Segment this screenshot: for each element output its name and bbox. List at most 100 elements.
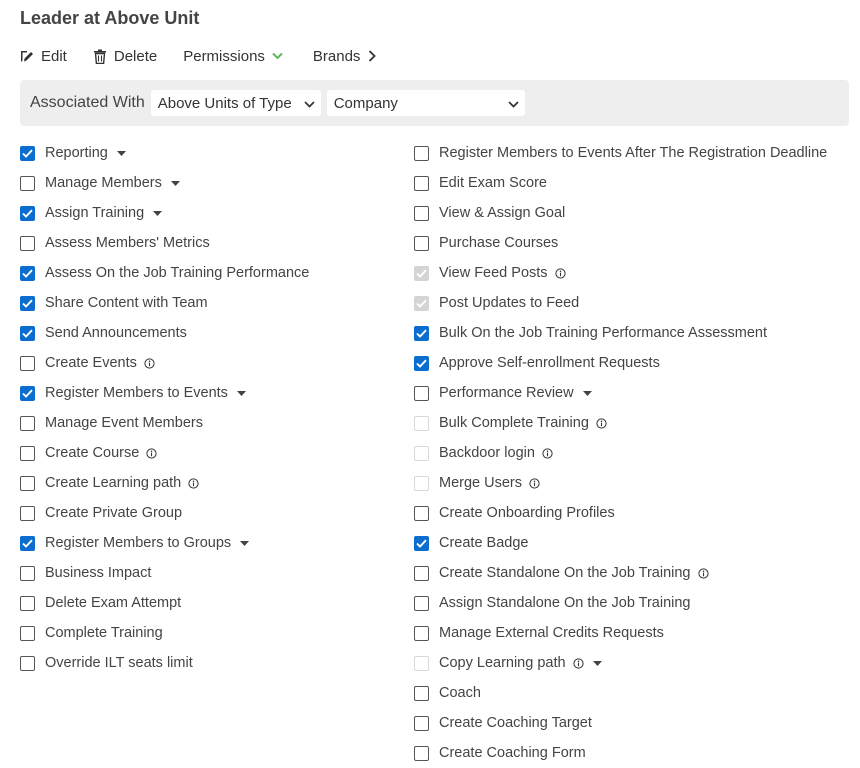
permission-checkbox[interactable] [20,265,35,281]
permission-checkbox[interactable] [20,475,35,491]
permissions-label: Permissions [183,47,265,65]
permission-assign-training: Assign Training [20,198,309,228]
permission-checkbox[interactable] [20,415,35,431]
info-icon[interactable] [529,477,540,489]
permissions-toggle[interactable]: Permissions [183,48,283,65]
permission-checkbox[interactable] [414,145,429,161]
permission-manage-event-members: Manage Event Members [20,408,309,438]
info-icon[interactable] [144,357,155,369]
page-title: Leader at Above Unit [20,8,200,28]
permission-checkbox[interactable] [414,505,429,521]
permission-checkbox[interactable] [414,715,429,731]
permission-label: Assess On the Job Training Performance [45,265,310,281]
permission-label: Delete Exam Attempt [45,595,182,611]
caret-down-icon[interactable] [240,540,250,546]
permission-label: Reporting [45,145,108,161]
caret-down-icon[interactable] [582,390,592,396]
permission-label: View Feed Posts [439,265,548,281]
chevron-down-icon [508,95,519,112]
brands-label: Brands [312,47,361,65]
permission-checkbox[interactable] [414,595,429,611]
permission-checkbox[interactable] [20,565,35,581]
caret-down-icon[interactable] [116,150,126,156]
permission-coach: Coach [414,678,827,708]
company-value: Company [333,94,398,112]
permission-checkbox[interactable] [20,505,35,521]
permission-checkbox[interactable] [20,235,35,251]
permission-checkbox[interactable] [414,625,429,641]
edit-button[interactable]: Edit [20,48,67,65]
action-toolbar: Edit Delete Permissions Brands [20,44,402,68]
permission-assess-on-the-job-training-performance: Assess On the Job Training Performance [20,258,309,288]
info-icon[interactable] [697,567,709,579]
delete-button[interactable]: Delete [93,48,157,65]
caret-down-icon[interactable] [236,390,246,396]
permission-checkbox[interactable] [20,325,35,341]
info-icon[interactable] [146,447,157,459]
permission-label: Backdoor login [439,445,535,461]
permission-copy-learning-path: Copy Learning path [414,648,827,678]
permission-checkbox[interactable] [414,535,429,551]
permission-checkbox[interactable] [414,685,429,701]
permission-create-events: Create Events [20,348,309,378]
permission-label: Create Coaching Form [439,745,586,761]
permission-label: Copy Learning path [439,655,566,671]
permission-label: View & Assign Goal [439,205,566,221]
permission-checkbox[interactable] [414,565,429,581]
permission-label: Create Learning path [45,475,182,491]
permission-label: Create Course [45,445,140,461]
permission-label: Create Onboarding Profiles [439,505,615,521]
permission-label: Bulk Complete Training [439,415,589,431]
permission-checkbox[interactable] [20,535,35,551]
permission-checkbox[interactable] [20,205,35,221]
caret-down-icon[interactable] [170,180,180,186]
unit-type-value: Above Units of Type [157,94,292,112]
permission-checkbox[interactable] [20,445,35,461]
permission-label: Create Coaching Target [439,715,592,731]
permission-checkbox[interactable] [20,175,35,191]
info-icon[interactable] [596,417,607,429]
permission-checkbox[interactable] [414,235,429,251]
delete-label: Delete [113,47,158,65]
permission-checkbox[interactable] [20,355,35,371]
brands-link[interactable]: Brands [313,48,377,65]
caret-down-icon[interactable] [153,210,163,216]
chevron-down-icon [272,52,283,60]
permission-label: Bulk On the Job Training Performance Ass… [439,325,768,341]
permission-label: Manage External Credits Requests [439,625,664,641]
permission-label: Share Content with Team [45,295,208,311]
permission-label: Manage Event Members [45,415,203,431]
permission-view-feed-posts: View Feed Posts [414,258,827,288]
permission-checkbox[interactable] [414,175,429,191]
permission-checkbox[interactable] [20,655,35,671]
info-icon[interactable] [542,447,553,459]
company-select[interactable]: Company [326,90,525,116]
permission-label: Send Announcements [45,325,187,341]
permission-checkbox[interactable] [414,205,429,221]
caret-down-icon[interactable] [592,660,602,666]
permission-complete-training: Complete Training [20,618,309,648]
permission-label: Override ILT seats limit [45,655,193,671]
info-icon[interactable] [554,267,566,279]
permission-label: Register Members to Events [45,385,228,401]
permission-bulk-complete-training: Bulk Complete Training [414,408,827,438]
info-icon[interactable] [188,477,199,489]
permission-post-updates-to-feed: Post Updates to Feed [414,288,827,318]
unit-type-select[interactable]: Above Units of Type [150,90,321,116]
permission-checkbox[interactable] [20,385,35,401]
permission-delete-exam-attempt: Delete Exam Attempt [20,588,309,618]
permission-checkbox[interactable] [20,145,35,161]
permission-checkbox[interactable] [414,355,429,371]
info-icon[interactable] [572,657,584,669]
permission-checkbox [414,475,429,491]
permission-checkbox[interactable] [20,625,35,641]
permission-label: Business Impact [45,565,152,581]
permission-checkbox[interactable] [414,325,429,341]
permission-checkbox[interactable] [20,295,35,311]
permission-backdoor-login: Backdoor login [414,438,827,468]
permission-checkbox[interactable] [414,385,429,401]
trash-icon [93,49,107,64]
permission-checkbox[interactable] [20,595,35,611]
permission-checkbox[interactable] [414,745,429,761]
permission-checkbox [414,265,429,281]
